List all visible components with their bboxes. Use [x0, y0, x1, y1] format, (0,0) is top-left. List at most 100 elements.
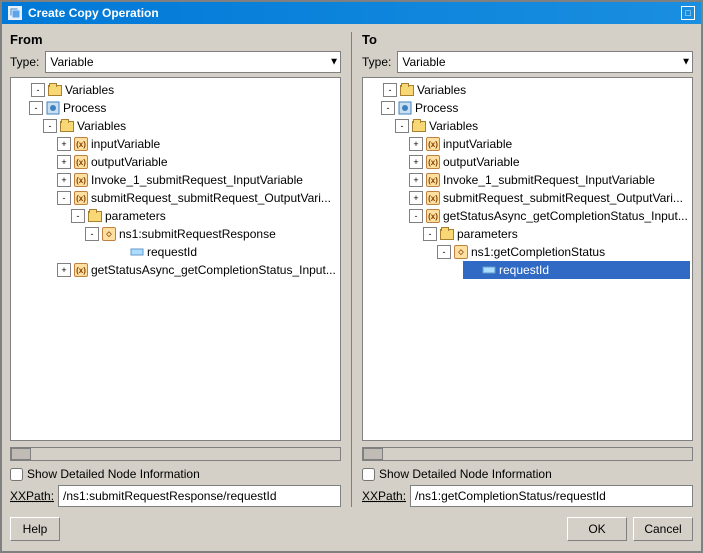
folder-icon: [87, 208, 103, 224]
from-show-detailed-checkbox[interactable]: [10, 468, 23, 481]
to-type-select[interactable]: Variable: [397, 51, 693, 73]
to-scrollbar[interactable]: [362, 447, 693, 461]
to-vars2-label: Variables: [429, 119, 478, 133]
variable-icon: ◇: [453, 244, 469, 260]
to-node-ns1get[interactable]: - ◇ ns1:getCompletionStatus: [435, 243, 690, 261]
to-node-outputvar[interactable]: + (x) outputVariable: [407, 153, 690, 171]
panel-divider: [351, 32, 352, 507]
help-button[interactable]: Help: [10, 517, 60, 541]
folder-icon: [411, 118, 427, 134]
from-expand-params[interactable]: -: [71, 209, 85, 223]
from-type-label: Type:: [10, 55, 39, 69]
to-expand-ns1get[interactable]: -: [437, 245, 451, 259]
from-node-requestid[interactable]: requestId: [111, 243, 338, 261]
from-node-params[interactable]: - parameters: [69, 207, 338, 225]
variable-icon: ◇: [101, 226, 117, 242]
from-expand-vars-root[interactable]: -: [31, 83, 45, 97]
titlebar: Create Copy Operation □: [2, 2, 701, 24]
from-expand-getstatus[interactable]: +: [57, 263, 71, 277]
from-expand-ns1submit[interactable]: -: [85, 227, 99, 241]
variable-icon: (x): [425, 190, 441, 206]
expander-placeholder: [465, 263, 479, 277]
from-node-vars2[interactable]: - Variables: [41, 117, 338, 135]
from-scrollbar[interactable]: [10, 447, 341, 461]
to-node-invoke1[interactable]: + (x) Invoke_1_submitRequest_InputVariab…: [407, 171, 690, 189]
list-item: - Variables - Process: [365, 80, 690, 280]
to-getstatus-label: getStatusAsync_getCompletionStatus_Input…: [443, 209, 688, 223]
from-expand-invoke1[interactable]: +: [57, 173, 71, 187]
variable-icon: (x): [73, 262, 89, 278]
from-expand-process[interactable]: -: [29, 101, 43, 115]
from-xpath-row: XXPath:: [10, 485, 341, 507]
to-node-inputvar[interactable]: + (x) inputVariable: [407, 135, 690, 153]
window-maximize-button[interactable]: □: [681, 6, 695, 20]
from-node-ns1submit[interactable]: - ◇ ns1:submitRequestResponse: [83, 225, 338, 243]
from-expand-inputvar[interactable]: +: [57, 137, 71, 151]
from-node-variables-root[interactable]: - Variables: [13, 81, 338, 99]
from-show-detailed-row: Show Detailed Node Information: [10, 467, 341, 481]
from-node-submitrequest[interactable]: - (x) submitRequest_submitRequest_Output…: [55, 189, 338, 207]
to-outputvar-label: outputVariable: [443, 155, 520, 169]
bottom-bar: Help OK Cancel: [10, 513, 693, 543]
titlebar-icon: [8, 6, 22, 20]
from-invoke1-label: Invoke_1_submitRequest_InputVariable: [91, 173, 303, 187]
list-item: - Variables - Process: [13, 80, 338, 280]
to-expand-vars-root[interactable]: -: [383, 83, 397, 97]
variable-icon: (x): [73, 154, 89, 170]
to-node-params[interactable]: - parameters: [421, 225, 690, 243]
to-expand-vars2[interactable]: -: [395, 119, 409, 133]
from-process-label: Process: [63, 101, 106, 115]
process-icon: [397, 100, 413, 116]
to-tree[interactable]: - Variables - Process: [362, 77, 693, 441]
from-expand-submitrequest[interactable]: -: [57, 191, 71, 205]
to-xpath-row: XXPath:: [362, 485, 693, 507]
cancel-button[interactable]: Cancel: [633, 517, 693, 541]
to-show-detailed-checkbox[interactable]: [362, 468, 375, 481]
from-vars2-label: Variables: [77, 119, 126, 133]
to-node-getstatus[interactable]: - (x) getStatusAsync_getCompletionStatus…: [407, 207, 690, 225]
from-expand-vars2[interactable]: -: [43, 119, 57, 133]
from-title: From: [10, 32, 341, 47]
to-expand-submitrequest[interactable]: +: [409, 191, 423, 205]
process-icon: [45, 100, 61, 116]
create-copy-operation-dialog: Create Copy Operation □ From Type: Varia…: [0, 0, 703, 553]
to-node-vars2[interactable]: - Variables: [393, 117, 690, 135]
to-expand-params[interactable]: -: [423, 227, 437, 241]
to-node-submitrequest[interactable]: + (x) submitRequest_submitRequest_Output…: [407, 189, 690, 207]
to-scroll-thumb[interactable]: [363, 448, 383, 460]
to-expand-process[interactable]: -: [381, 101, 395, 115]
to-show-detailed-row: Show Detailed Node Information: [362, 467, 693, 481]
from-inputvar-label: inputVariable: [91, 137, 160, 151]
from-xpath-input[interactable]: [58, 485, 341, 507]
to-requestid-label: requestId: [499, 263, 549, 277]
to-expand-outputvar[interactable]: +: [409, 155, 423, 169]
from-node-getstatus[interactable]: + (x) getStatusAsync_getCompletionStatus…: [55, 261, 338, 279]
from-tree[interactable]: - Variables - Process: [10, 77, 341, 441]
to-type-label: Type:: [362, 55, 391, 69]
variable-icon: (x): [425, 154, 441, 170]
titlebar-title: Create Copy Operation: [28, 6, 159, 20]
from-type-select[interactable]: Variable: [45, 51, 341, 73]
variable-icon: (x): [425, 172, 441, 188]
to-node-process[interactable]: - Process: [379, 99, 690, 117]
to-node-requestid[interactable]: requestId: [463, 261, 690, 279]
from-expand-outputvar[interactable]: +: [57, 155, 71, 169]
to-params-label: parameters: [457, 227, 518, 241]
variable-icon: (x): [425, 208, 441, 224]
folder-icon: [399, 82, 415, 98]
to-xpath-input[interactable]: [410, 485, 693, 507]
to-node-variables-root[interactable]: - Variables: [365, 81, 690, 99]
to-expand-inputvar[interactable]: +: [409, 137, 423, 151]
ok-button[interactable]: OK: [567, 517, 627, 541]
from-node-invoke1[interactable]: + (x) Invoke_1_submitRequest_InputVariab…: [55, 171, 338, 189]
from-node-outputvar[interactable]: + (x) outputVariable: [55, 153, 338, 171]
folder-icon: [59, 118, 75, 134]
to-expand-getstatus[interactable]: -: [409, 209, 423, 223]
from-node-inputvar[interactable]: + (x) inputVariable: [55, 135, 338, 153]
leaf-icon: [481, 262, 497, 278]
to-process-label: Process: [415, 101, 458, 115]
to-expand-invoke1[interactable]: +: [409, 173, 423, 187]
from-node-process[interactable]: - Process: [27, 99, 338, 117]
variable-icon: (x): [425, 136, 441, 152]
from-scroll-thumb[interactable]: [11, 448, 31, 460]
